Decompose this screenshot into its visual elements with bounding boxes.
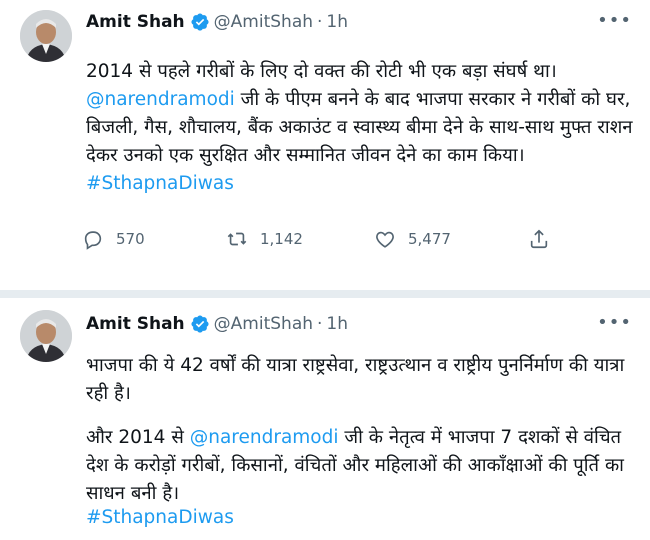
tweet-text-paragraph-2: और 2014 से @narendramodi जी के नेतृत्व म…: [86, 427, 624, 504]
tweet-card[interactable]: Amit Shah @AmitShah · 1h ••• 2014 से पहल…: [0, 0, 650, 290]
share-icon: [528, 228, 550, 250]
retweet-count: 1,142: [260, 230, 303, 248]
mention-link[interactable]: @narendramodi: [86, 89, 235, 110]
tweet-actions: 570 1,142 5,477: [82, 228, 562, 258]
hashtag-link[interactable]: #SthapnaDiwas: [86, 173, 234, 194]
avatar[interactable]: [20, 10, 72, 62]
tweet-text: 2014 से पहले गरीबों के लिए दो वक्त की रो…: [86, 61, 633, 194]
author-name[interactable]: Amit Shah: [86, 314, 185, 334]
separator: ·: [317, 314, 323, 334]
reply-count: 570: [116, 230, 145, 248]
verified-badge-icon: [190, 12, 210, 32]
share-button[interactable]: [528, 228, 550, 250]
reply-button[interactable]: 570: [82, 228, 145, 250]
verified-badge-icon: [190, 314, 210, 334]
avatar[interactable]: [20, 310, 72, 362]
like-button[interactable]: 5,477: [374, 228, 451, 250]
timestamp[interactable]: 1h: [326, 314, 348, 334]
timestamp[interactable]: 1h: [326, 12, 348, 32]
tweet-header: Amit Shah @AmitShah · 1h: [86, 10, 348, 34]
author-name[interactable]: Amit Shah: [86, 12, 185, 32]
tweet-divider: [0, 290, 650, 298]
retweet-icon: [226, 228, 248, 250]
mention-link[interactable]: @narendramodi: [190, 427, 339, 448]
tweet-header: Amit Shah @AmitShah · 1h: [86, 312, 348, 336]
more-options-icon[interactable]: •••: [597, 312, 632, 333]
more-options-icon[interactable]: •••: [597, 10, 632, 31]
reply-icon: [82, 228, 104, 250]
author-handle[interactable]: @AmitShah: [214, 12, 313, 32]
tweet-card[interactable]: Amit Shah @AmitShah · 1h ••• भाजपा की ये…: [0, 298, 650, 540]
heart-icon: [374, 228, 396, 250]
like-count: 5,477: [408, 230, 451, 248]
tweet-text-paragraph-1: भाजपा की ये 42 वर्षों की यात्रा राष्ट्रस…: [86, 355, 625, 404]
author-handle[interactable]: @AmitShah: [214, 314, 313, 334]
separator: ·: [317, 12, 323, 32]
hashtag-link[interactable]: #SthapnaDiwas: [86, 507, 234, 528]
retweet-button[interactable]: 1,142: [226, 228, 303, 250]
tweet-hashtag-line: #SthapnaDiwas: [86, 504, 646, 532]
